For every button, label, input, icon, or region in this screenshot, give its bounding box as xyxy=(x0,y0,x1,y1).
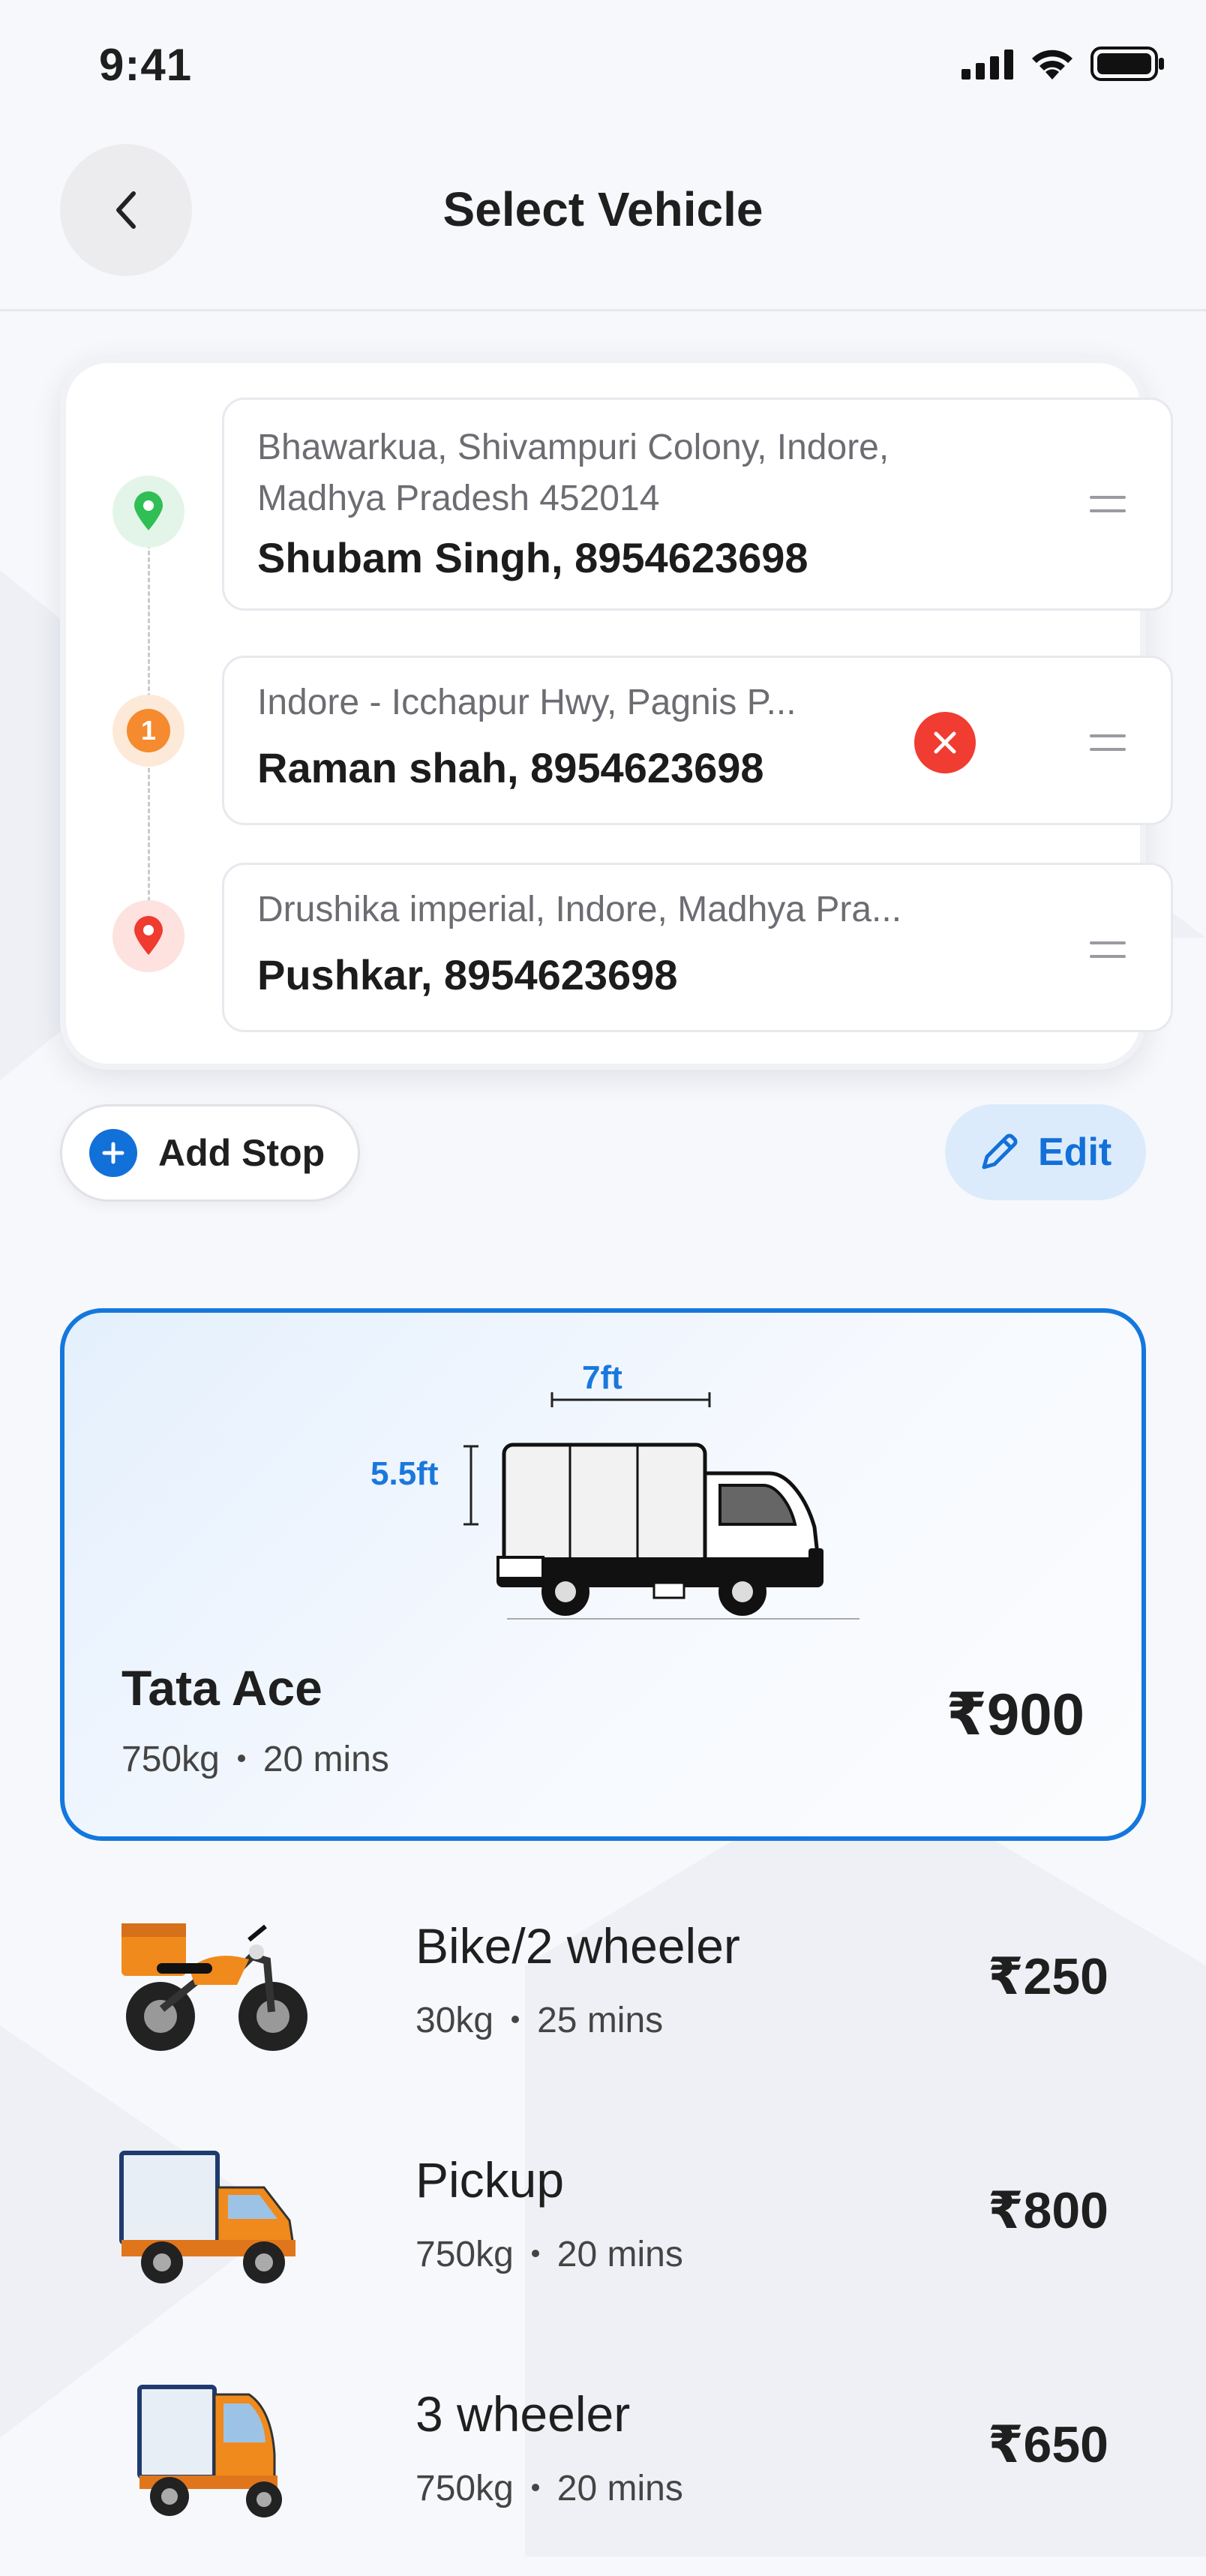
drop-marker xyxy=(112,900,184,972)
stop-contact: Raman shah, 8954623698 xyxy=(257,744,764,791)
vehicle-name: Tata Ace xyxy=(122,1660,322,1716)
vehicle-capacity: 30kg xyxy=(416,2001,494,2040)
pickup-marker xyxy=(112,476,184,548)
drag-handle-icon[interactable] xyxy=(1090,734,1126,751)
battery-icon xyxy=(1090,47,1164,81)
separator-dot xyxy=(531,2484,539,2492)
stop-contact: Shubam Singh, 8954623698 xyxy=(257,534,808,581)
vehicle-option-three-wheeler[interactable]: 3 wheeler 750kg 20 mins ₹650 xyxy=(60,2343,1146,2576)
edit-label: Edit xyxy=(1038,1130,1112,1174)
vehicle-capacity: 750kg xyxy=(416,2469,514,2508)
stop-address: Bhawarkua, Shivampuri Colony, Indore, Ma… xyxy=(257,428,890,518)
tata-ace-truck-icon xyxy=(464,1392,860,1620)
drag-handle-icon[interactable] xyxy=(1090,941,1126,958)
vehicle-meta: 30kg 25 mins xyxy=(416,2000,663,2041)
status-bar: 9:41 xyxy=(0,0,1206,135)
plus-icon xyxy=(89,1129,137,1177)
vehicle-name: 3 wheeler xyxy=(416,2386,631,2442)
pickup-pin-icon xyxy=(134,491,163,530)
three-wheeler-icon xyxy=(137,2385,282,2517)
stop-number-badge: 1 xyxy=(127,709,170,752)
stop-marker: 1 xyxy=(112,695,184,767)
stop-item-drop[interactable]: Drushika imperial, Indore, Madhya Pra...… xyxy=(222,863,1173,1032)
separator-dot xyxy=(531,2250,539,2258)
vehicle-name: Pickup xyxy=(416,2152,565,2208)
vehicle-name: Bike/2 wheeler xyxy=(416,1918,740,1974)
drop-pin-icon xyxy=(134,916,163,955)
pickup-truck-icon xyxy=(119,2151,296,2283)
vehicle-option-selected[interactable]: 7ft 5.5ft Tata Ace 750kg 20 mins ₹900 xyxy=(60,1308,1146,1841)
stop-address: Drushika imperial, Indore, Madhya Pra... xyxy=(257,890,902,929)
vehicle-option-pickup[interactable]: Pickup 750kg 20 mins ₹800 xyxy=(60,2109,1146,2342)
cellular-signal-icon xyxy=(962,50,1013,80)
vehicle-eta: 20 mins xyxy=(262,1740,389,1779)
page-title: Select Vehicle xyxy=(442,182,764,236)
vehicle-option-bike[interactable]: Bike/2 wheeler 30kg 25 mins ₹250 xyxy=(60,1875,1146,2108)
separator-dot xyxy=(512,2016,520,2024)
bike-icon xyxy=(122,1923,308,2051)
add-stop-label: Add Stop xyxy=(158,1132,326,1174)
stop-address: Indore - Icchapur Hwy, Pagnis P... xyxy=(257,683,796,722)
edit-button[interactable]: Edit xyxy=(945,1104,1146,1200)
route-card: 1 Bhawarkua, Shivampuri Colony, Indore, … xyxy=(60,357,1173,1070)
close-icon xyxy=(934,731,956,754)
pencil-icon xyxy=(982,1133,1018,1169)
status-icons xyxy=(962,47,1166,81)
vehicle-capacity: 750kg xyxy=(122,1740,220,1779)
drag-handle-icon[interactable] xyxy=(1090,496,1126,512)
stop-item-pickup[interactable]: Bhawarkua, Shivampuri Colony, Indore, Ma… xyxy=(222,398,1173,611)
status-time: 9:41 xyxy=(99,40,193,90)
vehicle-price: ₹900 xyxy=(946,1681,1084,1747)
vehicle-price: ₹800 xyxy=(988,2182,1108,2239)
wifi-icon xyxy=(1032,50,1072,80)
vehicle-eta: 20 mins xyxy=(556,2469,683,2508)
separator-dot xyxy=(237,1755,245,1763)
stop-contact: Pushkar, 8954623698 xyxy=(257,951,678,998)
cargo-height-label: 5.5ft xyxy=(370,1455,439,1492)
vehicle-price: ₹250 xyxy=(988,1948,1108,2005)
remove-stop-button[interactable] xyxy=(914,712,976,773)
vehicle-meta: 750kg 20 mins xyxy=(122,1739,389,1780)
cargo-width-label: 7ft xyxy=(582,1359,622,1396)
vehicle-capacity: 750kg xyxy=(416,2235,514,2274)
vehicle-eta: 20 mins xyxy=(556,2235,683,2274)
vehicle-meta: 750kg 20 mins xyxy=(416,2468,683,2509)
add-stop-button[interactable]: Add Stop xyxy=(60,1104,360,1202)
stop-item-1[interactable]: Indore - Icchapur Hwy, Pagnis P... Raman… xyxy=(222,656,1173,825)
vehicle-price: ₹650 xyxy=(988,2416,1108,2473)
vehicle-meta: 750kg 20 mins xyxy=(416,2234,683,2275)
vehicle-eta: 25 mins xyxy=(537,2001,664,2040)
